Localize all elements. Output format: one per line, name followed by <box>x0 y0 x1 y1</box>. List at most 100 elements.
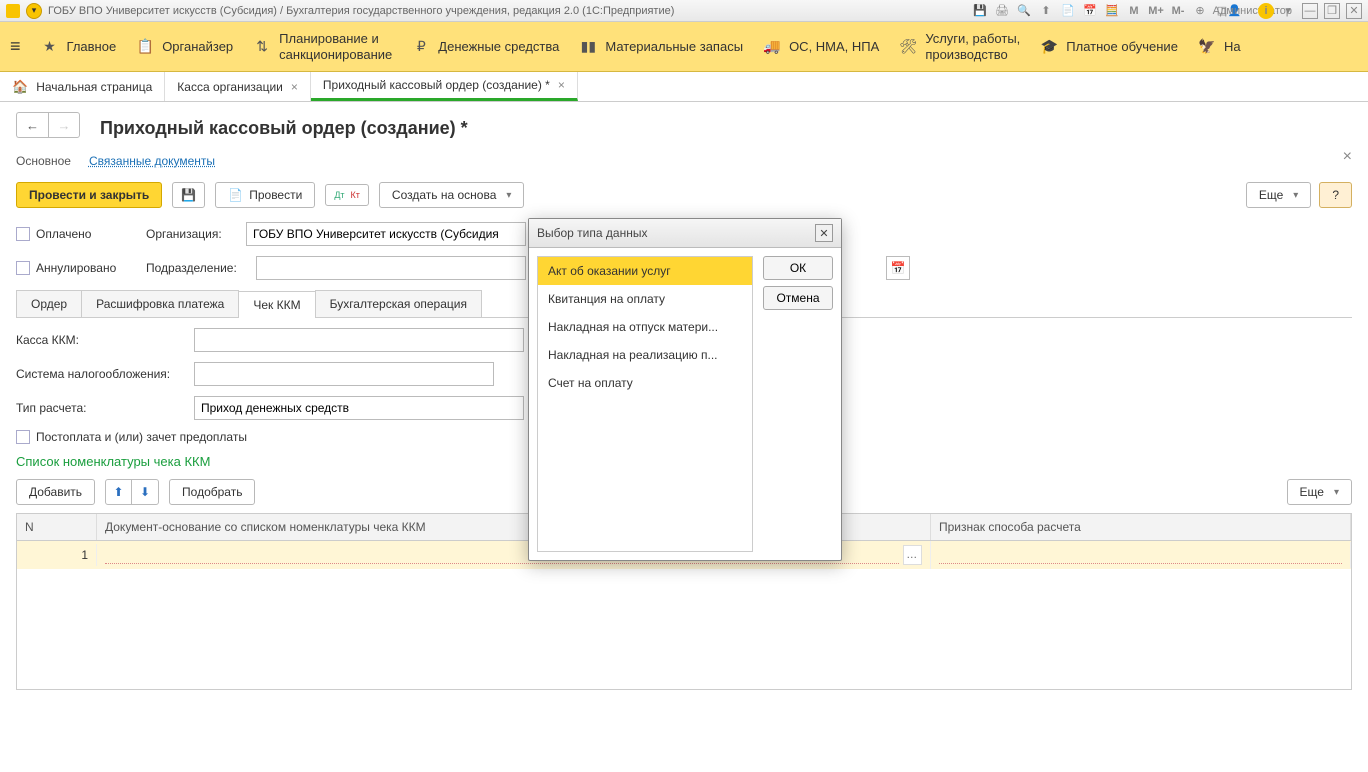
dialog-close-button[interactable]: ✕ <box>815 224 833 242</box>
current-user[interactable]: 👤 Администратор <box>1236 3 1252 19</box>
paid-checkbox[interactable] <box>16 227 30 241</box>
calculator-icon[interactable]: 🧮 <box>1104 3 1120 19</box>
nav-more[interactable]: 🦅На <box>1198 38 1241 56</box>
print-icon[interactable]: 🖨 <box>994 3 1010 19</box>
nav-education[interactable]: 🎓Платное обучение <box>1040 38 1178 56</box>
nav-organizer[interactable]: 📋Органайзер <box>136 38 233 56</box>
tax-input[interactable] <box>194 362 494 386</box>
dept-label: Подразделение: <box>146 261 246 275</box>
dtkt-button[interactable]: ДтКт <box>325 184 369 206</box>
nav-services[interactable]: 🛠Услуги, работы, производство <box>899 31 1020 62</box>
graduation-icon: 🎓 <box>1040 38 1058 56</box>
close-icon[interactable]: × <box>558 78 565 92</box>
nav-materials[interactable]: ▮▮Материальные запасы <box>579 38 743 56</box>
add-row-button[interactable]: Добавить <box>16 479 95 505</box>
kassa-input[interactable] <box>194 328 524 352</box>
home-icon: 🏠 <box>12 79 28 95</box>
form-subnav: Основное Связанные документы <box>16 154 1352 168</box>
cancelled-checkbox[interactable] <box>16 261 30 275</box>
preview-icon[interactable]: 🔍 <box>1016 3 1032 19</box>
cancelled-checkbox-group: Аннулировано <box>16 261 136 275</box>
subnav-related[interactable]: Связанные документы <box>89 154 215 168</box>
subnav-main[interactable]: Основное <box>16 154 71 168</box>
tab-pko[interactable]: Приходный кассовый ордер (создание) *× <box>311 72 578 101</box>
dropdown-icon[interactable]: ▾ <box>1280 3 1296 19</box>
calc-type-input[interactable] <box>194 396 524 420</box>
pick-button[interactable]: Подобрать <box>169 479 255 505</box>
page-title: Приходный кассовый ордер (создание) * <box>100 118 468 139</box>
calendar-button[interactable]: 📅 <box>886 256 910 280</box>
col-sign: Признак способа расчета <box>931 514 1351 540</box>
col-n: N <box>17 514 97 540</box>
help-button[interactable]: ? <box>1319 182 1352 208</box>
list-item[interactable]: Акт об оказании услуг <box>538 257 752 285</box>
org-input[interactable] <box>246 222 526 246</box>
nav-history: ← → <box>16 112 80 138</box>
memory-m-button[interactable]: M <box>1126 3 1142 19</box>
save-button[interactable]: 💾 <box>172 182 205 208</box>
tab-kassa[interactable]: Касса организации× <box>165 72 311 101</box>
move-down-button[interactable]: ⬇ <box>132 480 158 504</box>
move-up-button[interactable]: ⬆ <box>106 480 132 504</box>
cancelled-label: Аннулировано <box>36 261 116 275</box>
eagle-icon: 🦅 <box>1198 38 1216 56</box>
kassa-label: Касса ККМ: <box>16 333 186 347</box>
calc-sign-input[interactable] <box>939 546 1342 564</box>
memory-mplus-button[interactable]: M+ <box>1148 3 1164 19</box>
list-item[interactable]: Накладная на отпуск матери... <box>538 313 752 341</box>
create-based-button[interactable]: Создать на основа <box>379 182 525 208</box>
close-form-button[interactable]: × <box>1343 148 1352 166</box>
org-label: Организация: <box>146 227 236 241</box>
post-and-close-button[interactable]: Провести и закрыть <box>16 182 162 208</box>
upload-icon[interactable]: ⬆ <box>1038 3 1054 19</box>
tab-accounting[interactable]: Бухгалтерская операция <box>315 290 482 317</box>
nav-planning[interactable]: ⇅Планирование и санкционирование <box>253 31 392 62</box>
paid-checkbox-group: Оплачено <box>16 227 136 241</box>
nav-assets[interactable]: 🚚ОС, НМА, НПА <box>763 38 879 56</box>
tab-order[interactable]: Ордер <box>16 290 82 317</box>
close-window-button[interactable]: ✕ <box>1346 3 1362 19</box>
open-tabs: 🏠Начальная страница Касса организации× П… <box>0 72 1368 102</box>
type-list: Акт об оказании услуг Квитанция на оплат… <box>537 256 753 552</box>
table-more-button[interactable]: Еще <box>1287 479 1352 505</box>
window-title: ГОБУ ВПО Университет искусств (Субсидия)… <box>48 5 966 17</box>
list-item[interactable]: Квитанция на оплату <box>538 285 752 313</box>
system-toolbar: 💾 🖨 🔍 ⬆ 📄 📅 🧮 M M+ M- ⊕ ◫ 👤 Администрато… <box>972 3 1362 19</box>
nav-main[interactable]: ★Главное <box>41 38 117 56</box>
postpay-checkbox[interactable] <box>16 430 30 444</box>
info-icon[interactable]: i <box>1258 3 1274 19</box>
list-item[interactable]: Счет на оплату <box>538 369 752 397</box>
calendar-icon[interactable]: 📅 <box>1082 3 1098 19</box>
truck-icon: 🚚 <box>763 38 781 56</box>
close-icon[interactable]: × <box>291 80 298 94</box>
more-button[interactable]: Еще <box>1246 182 1311 208</box>
zoom-icon[interactable]: ⊕ <box>1192 3 1208 19</box>
post-button[interactable]: 📄Провести <box>215 182 315 208</box>
maximize-button[interactable]: ❐ <box>1324 3 1340 19</box>
tab-payment-detail[interactable]: Расшифровка платежа <box>81 290 239 317</box>
memory-mminus-button[interactable]: M- <box>1170 3 1186 19</box>
back-button[interactable]: ← <box>16 112 48 138</box>
ruble-icon: ₽ <box>412 38 430 56</box>
paid-label: Оплачено <box>36 227 91 241</box>
type-select-dialog: Выбор типа данных ✕ Акт об оказании услу… <box>528 218 842 561</box>
titlebar: ▾ ГОБУ ВПО Университет искусств (Субсиди… <box>0 0 1368 22</box>
list-item[interactable]: Накладная на реализацию п... <box>538 341 752 369</box>
ok-button[interactable]: ОК <box>763 256 833 280</box>
tab-kkm[interactable]: Чек ККМ <box>238 291 315 318</box>
form-toolbar: Провести и закрыть 💾 📄Провести ДтКт Созд… <box>16 182 1352 208</box>
select-doc-button[interactable]: … <box>903 545 922 565</box>
dept-input[interactable] <box>256 256 526 280</box>
calc-type-label: Тип расчета: <box>16 401 186 415</box>
tab-home[interactable]: 🏠Начальная страница <box>0 72 165 101</box>
minimize-button[interactable]: — <box>1302 3 1318 19</box>
copy-icon[interactable]: 📄 <box>1060 3 1076 19</box>
save-icon[interactable]: 💾 <box>972 3 988 19</box>
app-menu-dropdown[interactable]: ▾ <box>26 3 42 19</box>
clipboard-icon: 📋 <box>136 38 154 56</box>
burger-icon[interactable]: ≡ <box>10 36 21 57</box>
cancel-button[interactable]: Отмена <box>763 286 833 310</box>
forward-button[interactable]: → <box>48 112 80 138</box>
nav-cash[interactable]: ₽Денежные средства <box>412 38 559 56</box>
cell-n: 1 <box>17 544 97 566</box>
